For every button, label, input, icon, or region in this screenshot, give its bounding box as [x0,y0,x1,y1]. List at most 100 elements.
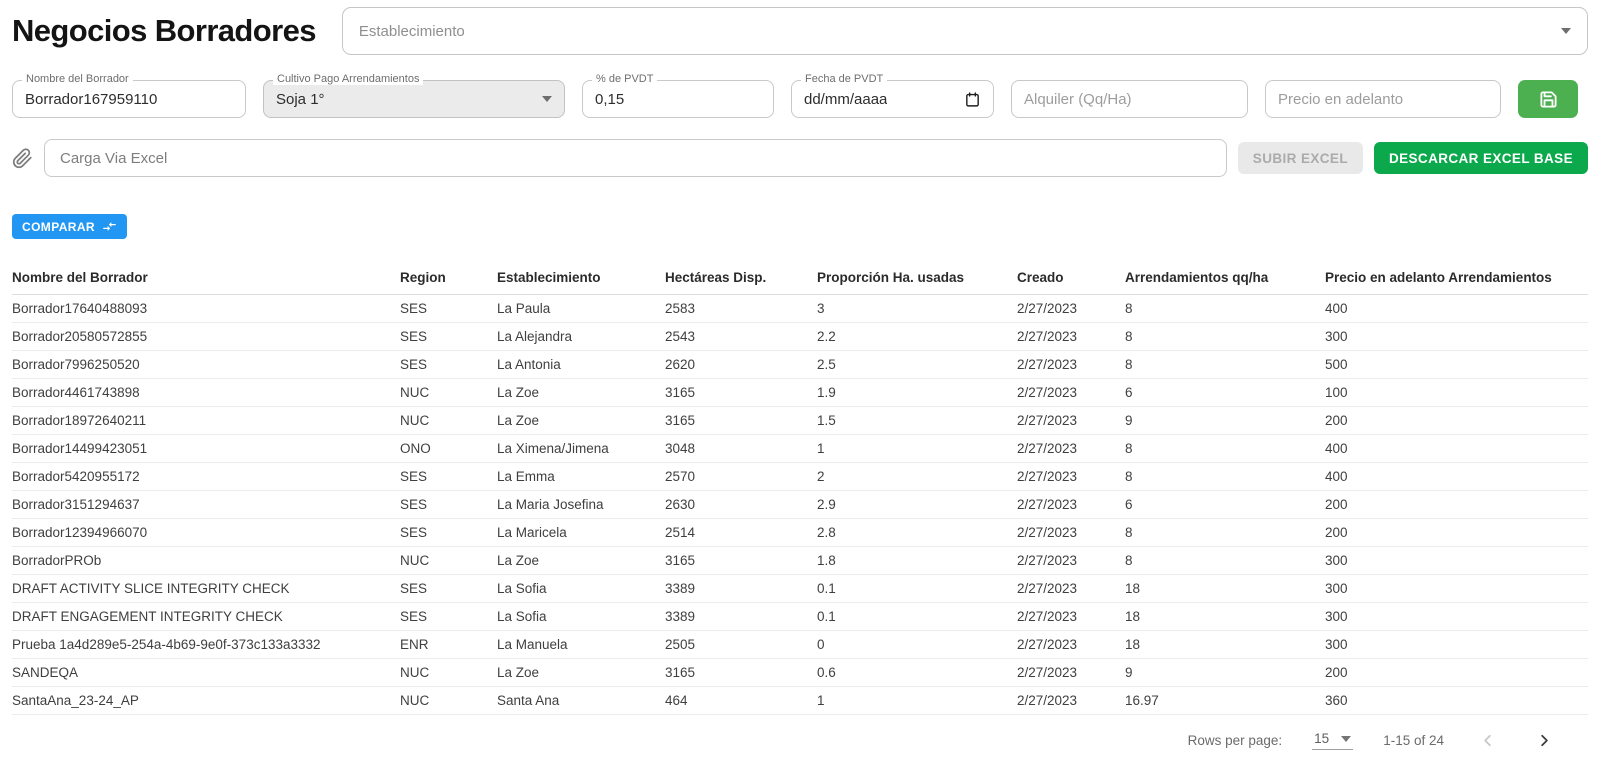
table-row[interactable]: SantaAna_23-24_APNUCSanta Ana46412/27/20… [12,687,1588,715]
table-cell: SES [400,603,497,631]
table-cell: 360 [1325,687,1588,715]
table-cell: 300 [1325,575,1588,603]
table-cell: 0.1 [817,575,1017,603]
table-row[interactable]: DRAFT ENGAGEMENT INTEGRITY CHECKSESLa So… [12,603,1588,631]
table-cell: 200 [1325,659,1588,687]
establecimiento-combobox[interactable] [342,7,1588,55]
table-cell: La Paula [497,295,665,323]
table-cell: 400 [1325,463,1588,491]
table-cell: SES [400,323,497,351]
table-cell: 1 [817,687,1017,715]
rows-per-page-select[interactable]: 15 [1312,731,1353,750]
table-cell: 8 [1125,435,1325,463]
table-row[interactable]: Borrador14499423051ONOLa Ximena/Jimena30… [12,435,1588,463]
alquiler-field[interactable] [1011,80,1248,118]
attach-file-button[interactable] [12,148,33,169]
table-cell: 400 [1325,435,1588,463]
alquiler-input[interactable] [1024,91,1235,108]
pvdt-field[interactable]: % de PVDT 0,15 [582,80,774,118]
table-row[interactable]: Borrador3151294637SESLa Maria Josefina26… [12,491,1588,519]
table-row[interactable]: Borrador20580572855SESLa Alejandra25432.… [12,323,1588,351]
table-row[interactable]: Borrador5420955172SESLa Emma257022/27/20… [12,463,1588,491]
table-row[interactable]: BorradorPRObNUCLa Zoe31651.82/27/2023830… [12,547,1588,575]
table-cell: ONO [400,435,497,463]
pagination-bar: Rows per page: 15 1-15 of 24 [12,715,1588,750]
table-cell: 200 [1325,407,1588,435]
table-cell: 2/27/2023 [1017,323,1125,351]
column-header: Establecimiento [497,262,665,295]
column-header: Region [400,262,497,295]
table-cell: 9 [1125,407,1325,435]
caret-down-icon [1341,736,1351,742]
pvdt-value: 0,15 [595,91,624,108]
table-cell: NUC [400,547,497,575]
carga-via-excel-input[interactable] [44,139,1227,177]
cultivo-pago-value: Soja 1° [276,91,325,108]
table-body: Borrador17640488093SESLa Paula258332/27/… [12,295,1588,715]
table-cell: SES [400,519,497,547]
table-cell: La Zoe [497,659,665,687]
previous-page-button[interactable] [1474,731,1501,750]
column-header: Precio en adelanto Arrendamientos [1325,262,1588,295]
table-cell: SES [400,491,497,519]
table-cell: Borrador14499423051 [12,435,400,463]
table-cell: 300 [1325,323,1588,351]
table-cell: La Zoe [497,547,665,575]
comparar-button-label: COMPARAR [22,220,95,234]
precio-adelanto-field[interactable] [1265,80,1501,118]
save-button[interactable] [1518,80,1578,118]
header: Negocios Borradores [12,0,1588,55]
table-cell: Borrador17640488093 [12,295,400,323]
table-row[interactable]: SANDEQANUCLa Zoe31650.62/27/20239200 [12,659,1588,687]
table-cell: 2620 [665,351,817,379]
nombre-del-borrador-field[interactable]: Nombre del Borrador Borrador167959110 [12,80,246,118]
cultivo-pago-select[interactable]: Cultivo Pago Arrendamientos Soja 1° [263,80,565,118]
table-cell: 3048 [665,435,817,463]
table-cell: La Sofia [497,575,665,603]
table-row[interactable]: Borrador12394966070SESLa Maricela25142.8… [12,519,1588,547]
comparar-button[interactable]: COMPARAR [12,214,127,239]
table-cell: 3389 [665,575,817,603]
table-cell: 2/27/2023 [1017,435,1125,463]
rows-per-page-label: Rows per page: [1188,733,1283,748]
table-cell: 500 [1325,351,1588,379]
table-row[interactable]: Borrador17640488093SESLa Paula258332/27/… [12,295,1588,323]
fecha-pvdt-field[interactable]: Fecha de PVDT dd/mm/aaaa [791,80,994,118]
table-row[interactable]: Prueba 1a4d289e5-254a-4b69-9e0f-373c133a… [12,631,1588,659]
rows-per-page-value: 15 [1314,731,1329,746]
nombre-del-borrador-label: Nombre del Borrador [22,73,133,85]
column-header: Arrendamientos qq/ha [1125,262,1325,295]
table-cell: La Antonia [497,351,665,379]
table-cell: 2/27/2023 [1017,575,1125,603]
table-cell: 200 [1325,519,1588,547]
table-cell: SES [400,351,497,379]
table-cell: 2/27/2023 [1017,547,1125,575]
table-cell: Borrador5420955172 [12,463,400,491]
calendar-icon[interactable] [964,91,981,108]
table-cell: SES [400,295,497,323]
table-cell: 2/27/2023 [1017,379,1125,407]
table-row[interactable]: Borrador4461743898NUCLa Zoe31651.92/27/2… [12,379,1588,407]
table-cell: 2630 [665,491,817,519]
table-cell: 2 [817,463,1017,491]
table-cell: 2505 [665,631,817,659]
next-page-button[interactable] [1531,731,1558,750]
precio-adelanto-input[interactable] [1278,91,1488,108]
table-cell: 2/27/2023 [1017,631,1125,659]
table-cell: 0.6 [817,659,1017,687]
table-cell: 6 [1125,379,1325,407]
subir-excel-button[interactable]: SUBIR EXCEL [1238,142,1363,174]
table-row[interactable]: Borrador18972640211NUCLa Zoe31651.52/27/… [12,407,1588,435]
table-cell: 2.2 [817,323,1017,351]
table-cell: 18 [1125,603,1325,631]
negocios-borradores-page: Negocios Borradores Nombre del Borrador … [0,0,1600,750]
table-cell: Borrador20580572855 [12,323,400,351]
table-row[interactable]: Borrador7996250520SESLa Antonia26202.52/… [12,351,1588,379]
table-cell: La Zoe [497,407,665,435]
table-row[interactable]: DRAFT ACTIVITY SLICE INTEGRITY CHECKSESL… [12,575,1588,603]
table-cell: La Zoe [497,379,665,407]
descargar-excel-base-button[interactable]: DESCARCAR EXCEL BASE [1374,142,1588,174]
table-cell: 3165 [665,407,817,435]
table-cell: 2570 [665,463,817,491]
establecimiento-input[interactable] [359,23,1561,40]
